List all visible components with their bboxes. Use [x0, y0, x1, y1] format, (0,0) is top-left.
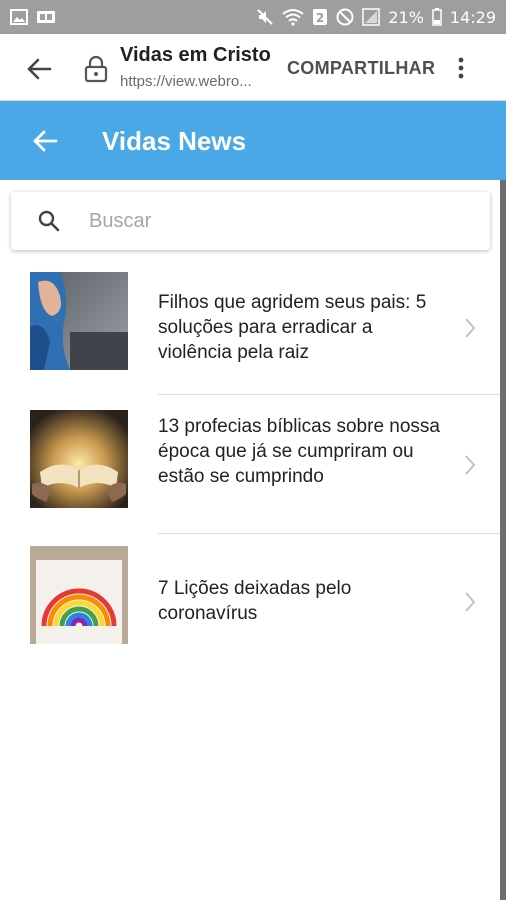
gallery-notification-icon — [10, 9, 28, 25]
chevron-right-icon — [465, 455, 476, 475]
search-icon — [38, 210, 60, 232]
news-title: 7 Lições deixadas pelo coronavírus — [158, 578, 352, 624]
more-vert-icon — [458, 57, 464, 79]
news-thumbnail — [30, 410, 128, 508]
sim-badge-number: 2 — [316, 11, 324, 25]
sim-badge-icon: 2 — [312, 8, 328, 26]
news-title: 13 profecias bíblicas sobre nossa época … — [158, 416, 440, 487]
tab-title-block[interactable]: Vidas em Cristo https://view.webro... — [120, 44, 280, 90]
news-thumbnail — [30, 272, 128, 370]
header-title: Vidas News — [102, 126, 247, 156]
lock-icon[interactable] — [83, 55, 109, 83]
page-url: https://view.webro... — [120, 73, 252, 90]
status-right: 2 21% 14:29 — [256, 8, 496, 27]
battery-icon — [432, 8, 442, 26]
mute-icon — [256, 8, 274, 26]
scrollbar[interactable] — [500, 180, 506, 900]
news-title: Filhos que agridem seus pais: 5 soluções… — [158, 292, 427, 363]
list-divider — [158, 394, 500, 395]
app-header: Vidas News — [0, 101, 506, 180]
battery-percent: 21% — [388, 7, 424, 27]
page-title: Vidas em Cristo — [120, 44, 271, 66]
arrow-left-icon — [27, 58, 52, 80]
header-back-button[interactable] — [30, 126, 60, 156]
news-thumbnail — [30, 546, 128, 644]
chevron-right-icon — [465, 592, 476, 612]
list-divider — [158, 533, 500, 534]
chevron-right-icon — [465, 318, 476, 338]
search-input[interactable] — [89, 204, 469, 238]
arrow-left-icon — [33, 130, 58, 152]
signal-icon — [362, 8, 381, 26]
close-tab-back-button[interactable] — [24, 54, 54, 84]
news-item[interactable]: Filhos que agridem seus pais: 5 soluções… — [0, 272, 500, 408]
media-notification-icon — [36, 9, 56, 25]
browser-bar: Vidas em Cristo https://view.webro... CO… — [0, 34, 506, 101]
wifi-icon — [282, 8, 304, 26]
more-options-button[interactable] — [448, 54, 474, 82]
do-not-disturb-icon — [336, 8, 354, 26]
status-left — [10, 9, 56, 25]
search-box[interactable] — [11, 192, 490, 250]
status-bar: 2 21% 14:29 — [0, 0, 506, 34]
clock: 14:29 — [449, 7, 496, 27]
share-button[interactable]: COMPARTILHAR — [287, 58, 435, 79]
news-item[interactable]: 13 profecias bíblicas sobre nossa época … — [0, 410, 500, 546]
news-item[interactable]: 7 Lições deixadas pelo coronavírus — [0, 546, 500, 682]
